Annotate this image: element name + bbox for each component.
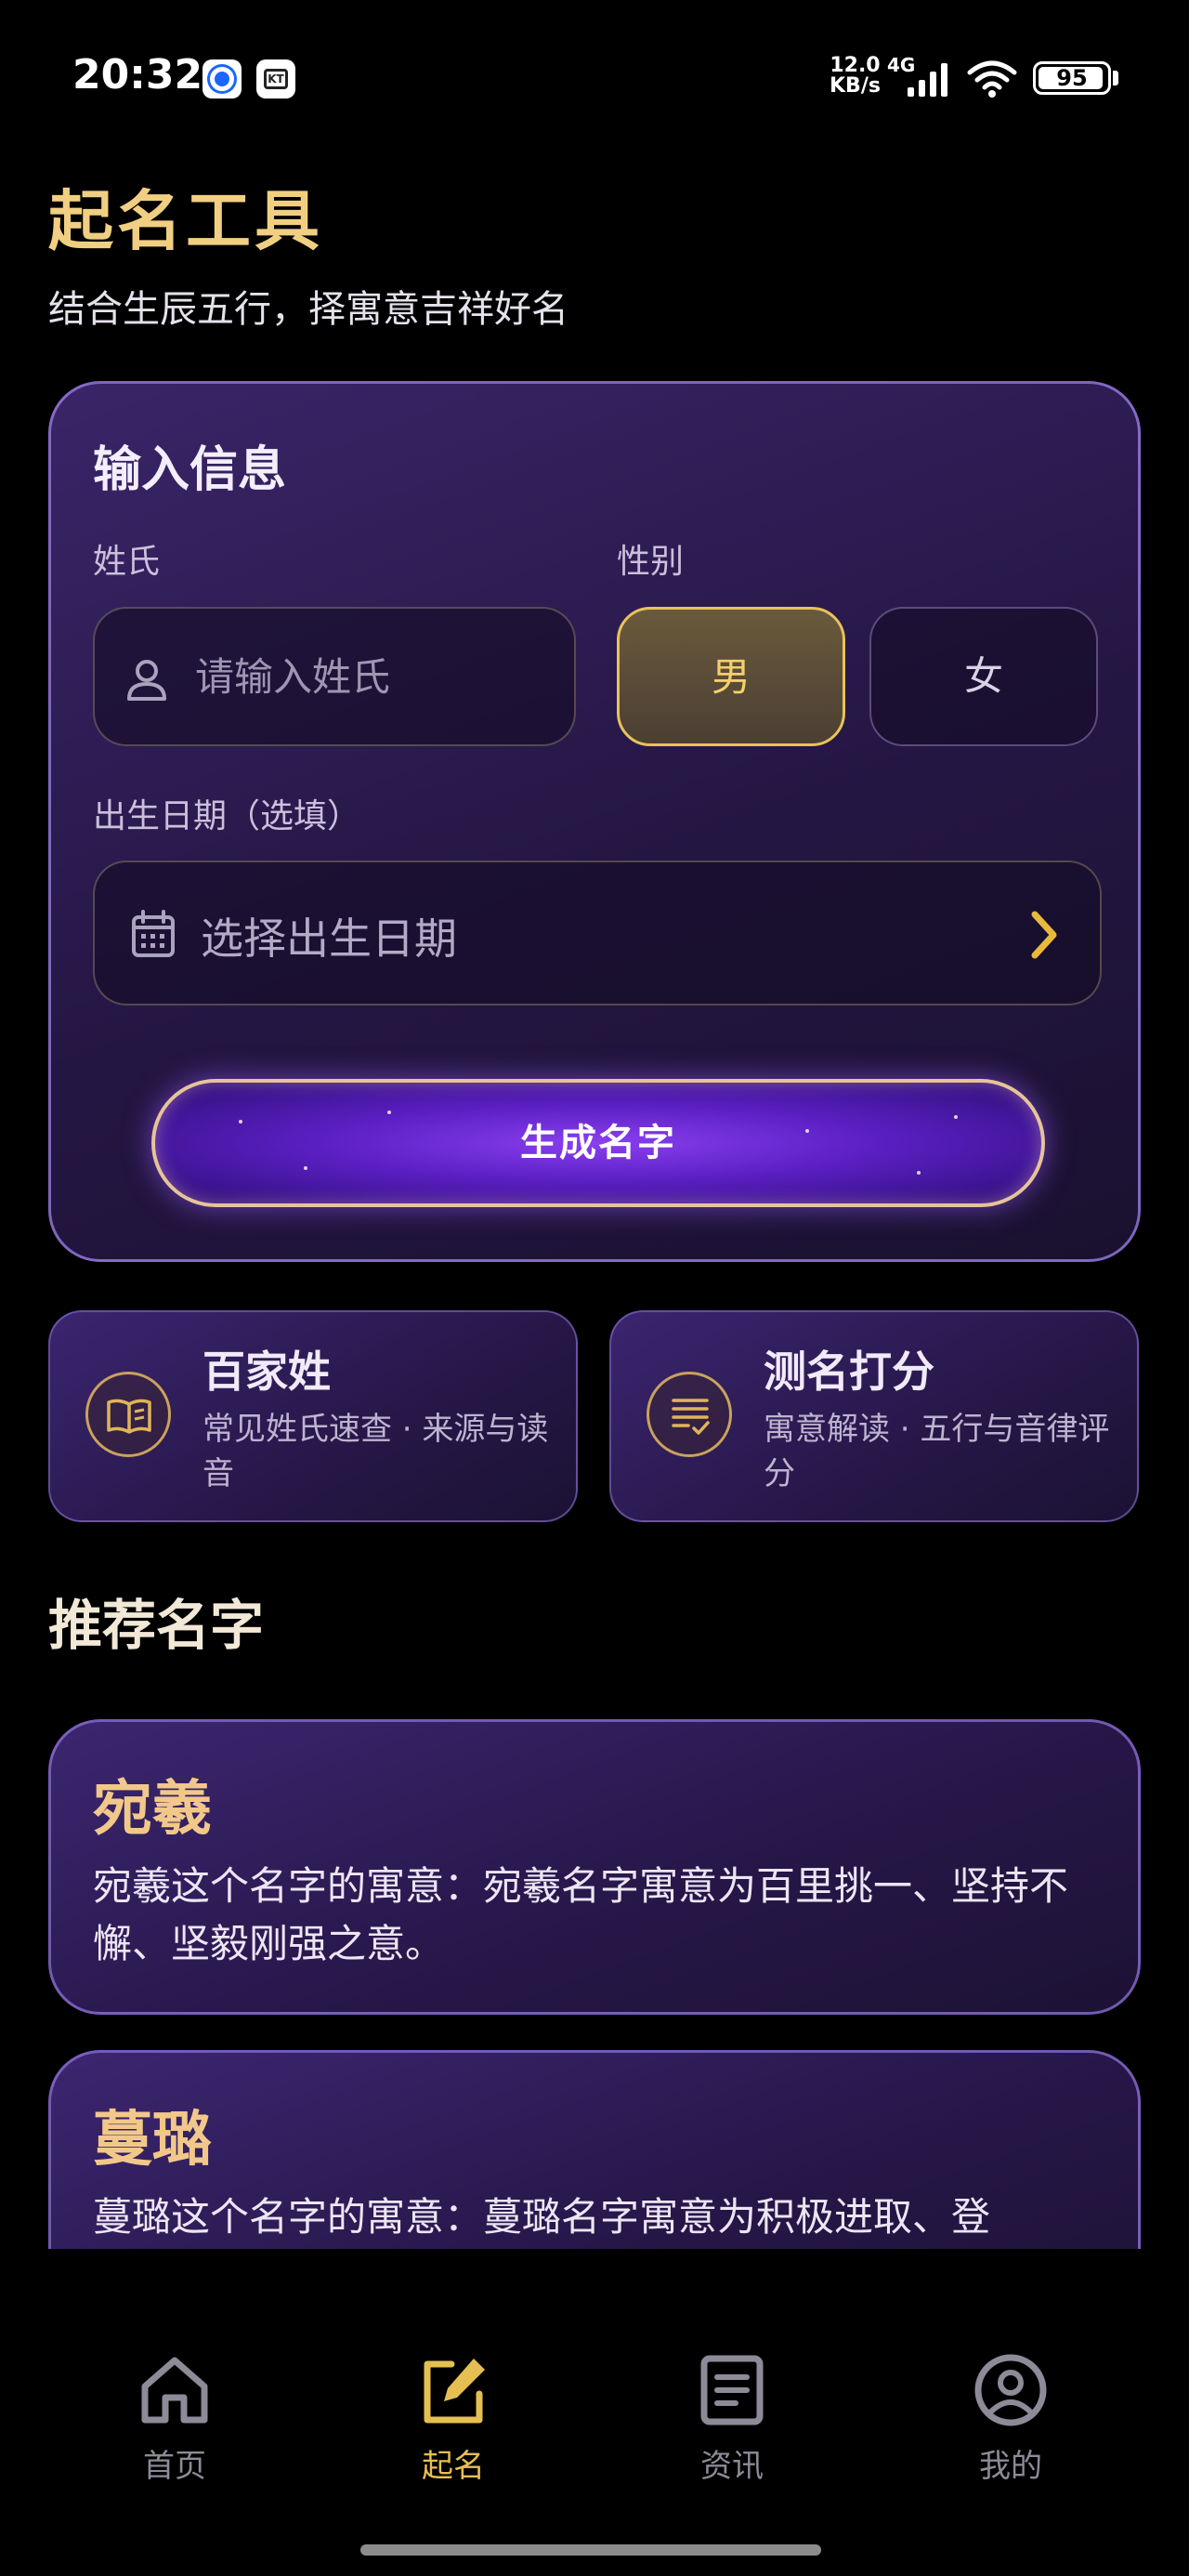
surname-label: 姓氏 [93, 543, 161, 581]
gender-label: 性别 [617, 543, 685, 581]
signal-icon [908, 63, 947, 97]
wifi-icon [967, 60, 1017, 98]
input-card-title: 输入信息 [93, 442, 287, 498]
recommend-list[interactable]: 宛羲 宛羲这个名字的寓意：宛羲名字寓意为百里挑一、坚持不懈、坚毅刚强之意。 蔓璐… [0, 1719, 1189, 2249]
edit-icon [424, 2359, 485, 2424]
nav-news[interactable]: 资讯 [639, 2351, 825, 2486]
home-icon [141, 2357, 208, 2424]
media-icon: KT [256, 59, 295, 99]
feature-title: 百家姓 [203, 1347, 331, 1397]
battery-level: 95 [1056, 65, 1088, 91]
generate-button-label: 生成名字 [520, 1122, 676, 1164]
feature-desc: 常见姓氏速查 · 来源与读音 [203, 1411, 549, 1492]
battery-tip [1113, 71, 1118, 85]
news-icon [700, 2355, 764, 2425]
profile-icon [974, 2354, 1047, 2426]
recommend-section-title: 推荐名字 [48, 1594, 265, 1657]
generate-names-button[interactable]: 生成名字 [151, 1079, 1045, 1207]
nav-naming[interactable]: 起名 [360, 2351, 546, 2486]
status-time: 20:32 [72, 51, 203, 99]
status-bar: 20:32 KT 12.0 KB/s 4G 95 [0, 0, 1189, 139]
name-title: 宛羲 [93, 1775, 212, 1844]
net-speed: 12.0 KB/s [830, 56, 881, 97]
nav-label: 首页 [143, 2448, 206, 2485]
birth-date-label: 出生日期（选填） [93, 797, 361, 835]
birth-date-picker[interactable]: 选择出生日期 [93, 861, 1102, 1005]
surname-field[interactable] [93, 607, 576, 746]
nav-label: 我的 [979, 2448, 1042, 2485]
nav-label: 资讯 [700, 2448, 764, 2485]
surname-lookup-card[interactable]: 百家姓 常见姓氏速查 · 来源与读音 [48, 1310, 578, 1522]
browser-icon [203, 59, 242, 99]
nav-label: 起名 [422, 2448, 485, 2485]
name-title: 蔓璐 [93, 2106, 212, 2175]
chevron-right-icon [1031, 911, 1057, 959]
feature-desc: 寓意解读 · 五行与音律评分 [764, 1411, 1110, 1492]
nav-profile[interactable]: 我的 [918, 2351, 1104, 2486]
name-card[interactable]: 蔓璐 蔓璐这个名字的寓意：蔓璐名字寓意为积极进取、登 [48, 2050, 1141, 2249]
gender-male-button[interactable]: 男 [617, 607, 845, 746]
feature-title: 测名打分 [764, 1347, 934, 1397]
page-subtitle: 结合生辰五行，择寓意吉祥好名 [48, 288, 568, 331]
score-list-icon [647, 1372, 732, 1457]
name-meaning: 蔓璐这个名字的寓意：蔓璐名字寓意为积极进取、登 [93, 2194, 991, 2240]
bottom-nav: 首页 起名 资讯 我的 [0, 2249, 1189, 2528]
gender-female-button[interactable]: 女 [869, 607, 1098, 746]
surname-input[interactable] [195, 609, 548, 744]
book-icon [85, 1372, 171, 1457]
birth-date-placeholder: 选择出生日期 [201, 913, 457, 964]
name-meaning: 宛羲这个名字的寓意：宛羲名字寓意为百里挑一、坚持不懈、坚毅刚强之意。 [93, 1863, 1069, 1966]
user-icon [127, 660, 166, 701]
name-card[interactable]: 宛羲 宛羲这个名字的寓意：宛羲名字寓意为百里挑一、坚持不懈、坚毅刚强之意。 [48, 1719, 1141, 2015]
name-score-card[interactable]: 测名打分 寓意解读 · 五行与音律评分 [609, 1310, 1139, 1522]
battery-icon: 95 [1033, 61, 1111, 95]
calendar-icon [132, 910, 175, 957]
input-info-card: 输入信息 姓氏 性别 男 女 出生日期（选填） 选择出生日期 生成 [48, 381, 1141, 1262]
nav-home[interactable]: 首页 [82, 2351, 268, 2486]
home-indicator[interactable] [360, 2544, 821, 2556]
page-title: 起名工具 [48, 183, 323, 259]
net-speed-unit: KB/s [830, 74, 881, 98]
